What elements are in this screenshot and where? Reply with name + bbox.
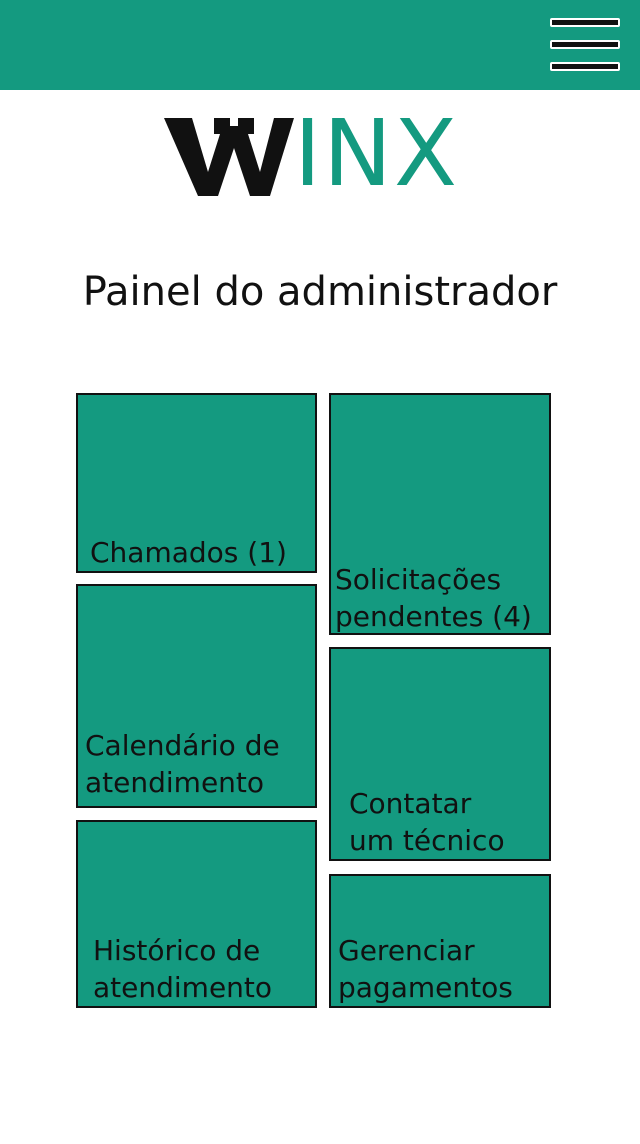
logo-text: INX: [294, 100, 459, 207]
tile-label: Gerenciar pagamentos: [338, 932, 513, 1006]
contatar-tecnico-tile[interactable]: Contatar um técnico: [329, 647, 551, 861]
tile-label-line: Solicitações: [335, 563, 502, 596]
tile-label-line: atendimento: [93, 971, 273, 1004]
tile-label-line: Contatar: [349, 787, 472, 820]
top-bar: [0, 0, 640, 90]
tile-label: Chamados (1): [90, 534, 287, 571]
hamburger-menu-icon: [550, 18, 620, 27]
tile-label-line: pagamentos: [338, 971, 513, 1004]
page-title: Painel do administrador: [82, 269, 558, 315]
logo: INX: [160, 104, 480, 204]
tile-label-line: pendentes (4): [335, 600, 532, 633]
calendario-atendimento-tile[interactable]: Calendário de atendimento: [76, 584, 317, 808]
chamados-tile[interactable]: Chamados (1): [76, 393, 317, 573]
tile-label: Calendário de atendimento: [85, 727, 280, 801]
historico-atendimento-tile[interactable]: Histórico de atendimento: [76, 820, 317, 1008]
gerenciar-pagamentos-tile[interactable]: Gerenciar pagamentos: [329, 874, 551, 1008]
tile-label-line: Calendário de: [85, 729, 280, 762]
tile-label: Histórico de atendimento: [93, 932, 272, 1006]
tile-label-line: Gerenciar: [338, 934, 475, 967]
hamburger-menu-icon-bar: [550, 62, 620, 71]
menu-button[interactable]: [550, 18, 624, 72]
tile-label-line: um técnico: [349, 824, 505, 857]
wrench-w-logo-icon: [164, 118, 294, 196]
tile-label: Contatar um técnico: [349, 785, 505, 859]
tile-label: Solicitações pendentes (4): [335, 561, 532, 635]
tile-label-line: Histórico de: [93, 934, 261, 967]
tile-label-line: Chamados (1): [90, 536, 287, 569]
tile-label-line: atendimento: [85, 766, 265, 799]
hamburger-menu-icon-bar: [550, 40, 620, 49]
solicitacoes-pendentes-tile[interactable]: Solicitações pendentes (4): [329, 393, 551, 635]
